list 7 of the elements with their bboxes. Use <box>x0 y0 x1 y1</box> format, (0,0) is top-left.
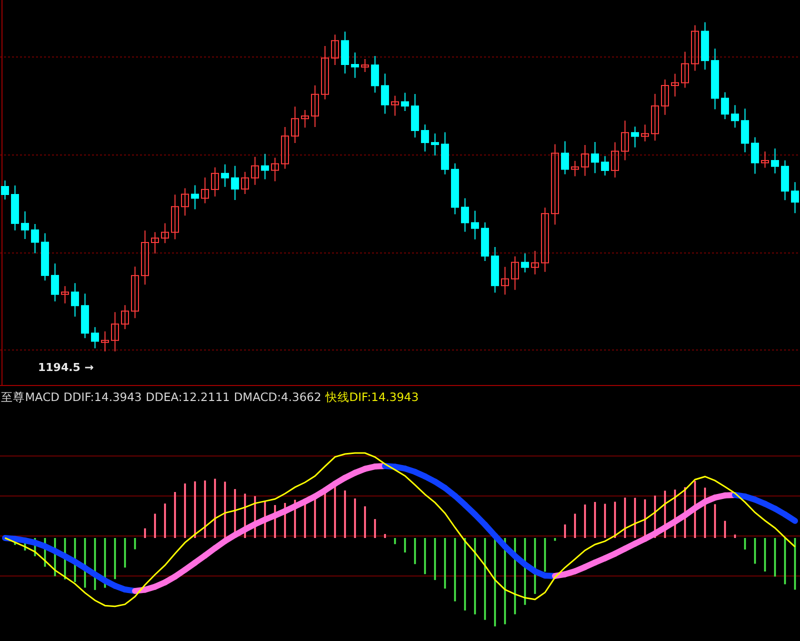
indicator-name: 至尊MACD <box>1 389 60 406</box>
arrow-icon: → <box>84 360 94 376</box>
indicator-readout: 快线DIF:14.3943 <box>325 389 419 406</box>
indicator-readout: DDEA:12.2111 <box>146 389 230 406</box>
low-price-label: 1194.5 <box>38 360 80 376</box>
indicator-readout: DDIF:14.3943 <box>63 389 142 406</box>
indicator-readout: DMACD:4.3662 <box>234 389 322 406</box>
